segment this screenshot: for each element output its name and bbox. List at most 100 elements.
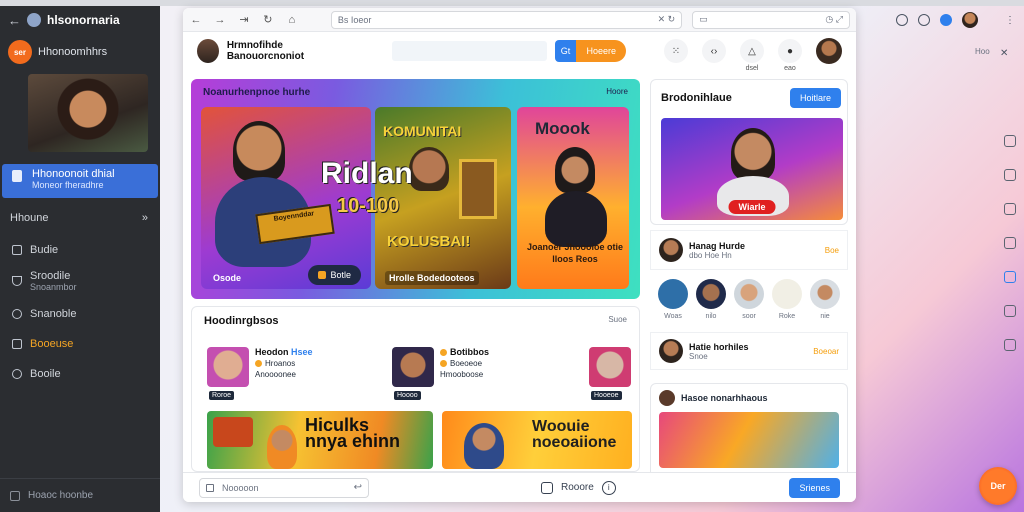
- creator-avatar: [659, 238, 683, 262]
- forward-icon[interactable]: →: [213, 14, 227, 26]
- comment-icon[interactable]: [1004, 339, 1016, 351]
- creator-row-1[interactable]: Hanag Hurde dbo Hoe Hn Boe: [650, 230, 848, 270]
- floating-action-button[interactable]: Der: [979, 467, 1017, 505]
- picture-frame: [459, 159, 497, 219]
- check-icon[interactable]: [1004, 271, 1016, 283]
- footer-center-label: Rooore: [561, 482, 594, 493]
- attach-icon[interactable]: [206, 483, 214, 492]
- sidebar-item-5[interactable]: Booile: [0, 368, 160, 380]
- copy-icon[interactable]: [1004, 305, 1016, 317]
- url-bar[interactable]: Bs Ioeor ✕ ↻: [330, 10, 683, 29]
- person-image: [409, 147, 449, 191]
- search-button[interactable]: Gt: [554, 40, 577, 62]
- panel-action-button[interactable]: Hoitlare: [789, 88, 841, 108]
- avatar-item[interactable]: Woas: [658, 279, 688, 327]
- bell-icon[interactable]: △ dsel: [739, 39, 764, 72]
- bookmark-icon[interactable]: [1004, 135, 1016, 147]
- live-badge: Wiarle: [728, 200, 776, 214]
- banner-more-link[interactable]: Hoore: [606, 87, 628, 96]
- sidebar-footer[interactable]: Hoaoc hoonbe: [0, 478, 160, 512]
- heart-icon[interactable]: [1004, 237, 1016, 249]
- person-image: [464, 423, 504, 469]
- sidebar-item-1[interactable]: Budie: [0, 244, 160, 256]
- avatar-item[interactable]: Roke: [772, 279, 802, 327]
- menu-icon[interactable]: ⋮: [1005, 15, 1024, 26]
- sidebar-section-home[interactable]: Hhoune »: [0, 212, 160, 224]
- folder-icon: [12, 245, 22, 255]
- sidebar-item-2[interactable]: Sroodile Snoanmbor: [0, 270, 160, 292]
- right-label: Hoo: [975, 47, 990, 56]
- avatar-item[interactable]: nie: [810, 279, 840, 327]
- profile-avatar[interactable]: [197, 39, 219, 63]
- sidebar-item-3[interactable]: Snanoble: [0, 308, 160, 320]
- avatar-item[interactable]: nilo: [696, 279, 726, 327]
- url-actions-icon[interactable]: ✕ ↻: [658, 14, 676, 25]
- hero-big-title: Ridlan: [321, 157, 413, 190]
- post-text: Heodon Hsee Hroanos Anoooonee: [255, 347, 313, 387]
- post-text: Botibbos Boeoeoe Hmooboose: [440, 347, 489, 387]
- user-avatar[interactable]: ser: [8, 40, 32, 64]
- card-header: Hasoe nonarhhaous: [651, 384, 847, 412]
- promo-card-2[interactable]: Woouie noeoaiione: [442, 411, 632, 469]
- extension-icon[interactable]: [940, 14, 952, 26]
- back-arrow-icon[interactable]: ←: [8, 13, 21, 28]
- profile-avatar-small[interactable]: [962, 12, 978, 28]
- section-more-link[interactable]: Suoe: [608, 315, 627, 327]
- panel-title: Brodonihlaue: [661, 92, 732, 104]
- orange-action-button[interactable]: Hoeere: [576, 40, 626, 62]
- footer-center[interactable]: Rooore i: [541, 480, 616, 495]
- video-preview[interactable]: [28, 74, 148, 152]
- group-photo: [659, 412, 839, 468]
- back-icon[interactable]: ←: [189, 14, 203, 26]
- close-icon[interactable]: ✕: [1000, 48, 1008, 59]
- send-icon[interactable]: ↩: [354, 482, 362, 493]
- person-image: [233, 121, 285, 181]
- post-item-2[interactable]: Hoooo Botibbos Boeoeoe Hmooboose: [392, 347, 489, 400]
- footer-submit-button[interactable]: Srienes: [789, 477, 840, 498]
- sidebar-header: ← hlsonornaria: [0, 6, 160, 34]
- card-sub-label: KOLUSBAI!: [387, 233, 471, 250]
- sidebar-item-label-text: Sroodile: [30, 270, 71, 282]
- feature-card-3[interactable]: Moook Joanoer Jhoooioe otie lloos Reos: [517, 107, 629, 289]
- secondary-bar[interactable]: ▭ ◷ ⤢: [692, 10, 850, 29]
- home-icon[interactable]: ⌂: [285, 14, 299, 26]
- history-icon[interactable]: [896, 14, 908, 26]
- grid-icon[interactable]: ⁙: [663, 39, 688, 63]
- chat-icon[interactable]: [541, 481, 553, 494]
- account-avatar[interactable]: [815, 38, 842, 64]
- bottom-feature-card[interactable]: Hasoe nonarhhaous: [650, 383, 848, 475]
- sidebar-item-label: Snanoble: [30, 308, 77, 320]
- search-input[interactable]: [392, 41, 547, 61]
- url-text: Bs Ioeor: [337, 14, 372, 25]
- user-name: Hhonoomhhrs: [38, 46, 108, 58]
- app-header: Hrmnofihde Banouorcnoniot Gt Hoeere ⁙ ‹›…: [183, 32, 856, 72]
- app-logo-icon: [27, 13, 41, 27]
- post-item-3[interactable]: Hooeoe: [589, 347, 631, 400]
- compose-placeholder: Nooooon: [222, 482, 259, 493]
- featured-banner: Noanurhenpnoe hurhe Hoore Boyennddar Oso…: [191, 79, 640, 299]
- tab-switch-icon[interactable]: ⇥: [237, 13, 251, 26]
- chevron-icon[interactable]: ‹›: [701, 39, 726, 63]
- sidebar-item-active[interactable]: Hhonoonoit dhial Moneor fheradhre: [2, 164, 158, 198]
- pin-icon[interactable]: [1004, 203, 1016, 215]
- avatar-item[interactable]: soor: [734, 279, 764, 327]
- creator-row-2[interactable]: Hatie horhiles Snoe Boeoar: [650, 332, 848, 370]
- status-icon[interactable]: ● eao: [777, 39, 802, 72]
- panel-feature-image[interactable]: Wiarle: [661, 118, 843, 220]
- post-meta: Boeoeoe: [440, 359, 489, 368]
- chevron-right-icon[interactable]: »: [142, 212, 148, 224]
- post-item-1[interactable]: Roroe Heodon Hsee Hroanos Anoooonee: [207, 347, 313, 400]
- sidebar-item-4[interactable]: Booeuse: [0, 338, 160, 350]
- clock-icon[interactable]: [918, 14, 930, 26]
- sidebar-user[interactable]: ser Hhonoomhhrs: [0, 34, 160, 70]
- card-pill-button[interactable]: Botle: [308, 265, 361, 285]
- section-header: Hoodinrgbsos Suoe: [192, 307, 639, 335]
- extensions-icon[interactable]: ◷ ⤢: [825, 14, 843, 25]
- right-toolbar: ⋮: [856, 6, 1024, 34]
- shield-icon[interactable]: [1004, 169, 1016, 181]
- promo-card-1[interactable]: Hiculks nnya ehinn: [207, 411, 433, 469]
- info-icon[interactable]: i: [601, 480, 616, 495]
- reload-icon[interactable]: ↻: [261, 13, 275, 26]
- compose-input[interactable]: Nooooon ↩: [199, 477, 369, 498]
- footer-label: Hoaoc hoonbe: [28, 490, 94, 501]
